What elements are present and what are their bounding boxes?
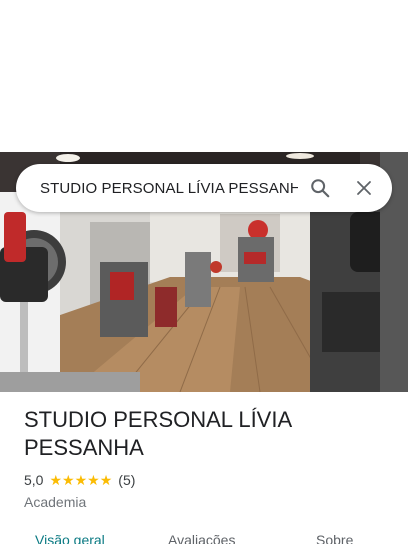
place-screen: STUDIO PERSONAL LÍVIA PESSANHA STUDIO PE… (0, 0, 408, 544)
rating-value: 5,0 (24, 472, 44, 488)
star-rating: ★ ★ ★ ★ ★ (49, 473, 112, 487)
place-tabs: Visão geral Avaliações Sobre (0, 528, 408, 544)
place-title: STUDIO PERSONAL LÍVIA PESSANHA (24, 407, 291, 460)
star-icon: ★ (87, 472, 100, 488)
place-info: STUDIO PERSONAL LÍVIA PESSANHA 5,0 ★ ★ ★… (24, 406, 394, 510)
close-icon (357, 181, 371, 195)
tab-about[interactable]: Sobre (316, 532, 353, 544)
search-input[interactable]: STUDIO PERSONAL LÍVIA PESSANHA (40, 180, 298, 197)
clear-search-button[interactable] (342, 166, 386, 210)
search-button[interactable] (298, 166, 342, 210)
star-icon: ★ (74, 472, 88, 488)
tab-overview[interactable]: Visão geral (35, 532, 105, 544)
star-icon: ★ (99, 472, 113, 488)
search-icon (311, 179, 330, 198)
star-icon: ★ (49, 472, 63, 488)
review-count[interactable]: (5) (118, 472, 135, 488)
tab-reviews[interactable]: Avaliações (168, 532, 235, 544)
place-category[interactable]: Academia (24, 494, 394, 510)
search-bar[interactable]: STUDIO PERSONAL LÍVIA PESSANHA (16, 164, 392, 212)
star-icon: ★ (62, 472, 75, 488)
rating-row[interactable]: 5,0 ★ ★ ★ ★ ★ (5) (24, 472, 394, 488)
